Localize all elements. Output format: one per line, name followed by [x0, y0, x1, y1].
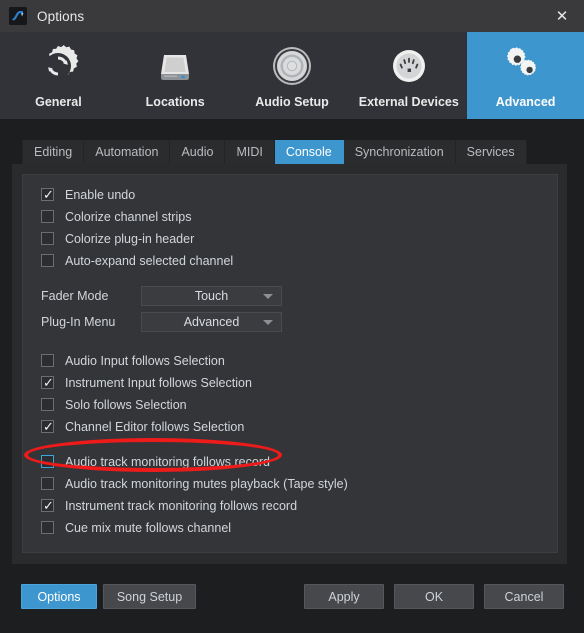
- tab-audio[interactable]: Audio: [170, 140, 226, 164]
- group-separator: [41, 337, 557, 350]
- window-title: Options: [37, 8, 85, 24]
- option-audio-track-monitoring-follows-record[interactable]: Audio track monitoring follows record: [41, 451, 557, 472]
- dropdown-value: Advanced: [183, 315, 240, 329]
- field-fader-mode: Fader Mode Touch: [41, 285, 557, 307]
- speaker-icon: [269, 43, 315, 89]
- checkbox-cue-mix-mute-follows-channel[interactable]: [41, 521, 54, 534]
- option-label: Audio track monitoring mutes playback (T…: [65, 476, 348, 491]
- tab-editing[interactable]: Editing: [22, 140, 85, 164]
- tab-synchronization[interactable]: Synchronization: [343, 140, 456, 164]
- option-audio-input-follows-selection[interactable]: Audio Input follows Selection: [41, 350, 557, 371]
- song-setup-button[interactable]: Song Setup: [103, 584, 196, 609]
- tab-console[interactable]: Console: [274, 140, 344, 164]
- close-icon[interactable]: ✕: [540, 0, 584, 32]
- option-label: Cue mix mute follows channel: [65, 520, 232, 535]
- nav-item-general[interactable]: General: [0, 32, 117, 119]
- console-settings-panel: ✓ Enable undo Colorize channel strips Co…: [22, 174, 558, 553]
- field-label: Plug-In Menu: [41, 315, 116, 329]
- settings-category-nav: General Locations Audio Setup External D…: [0, 32, 584, 119]
- tab-midi[interactable]: MIDI: [225, 140, 275, 164]
- check-icon: ✓: [43, 187, 54, 202]
- advanced-tab-strip: Editing Automation Audio MIDI Console Sy…: [22, 140, 527, 164]
- hard-drive-icon: [152, 43, 198, 89]
- group-separator: [41, 272, 557, 285]
- option-label: Instrument Input follows Selection: [65, 375, 252, 390]
- options-button[interactable]: Options: [21, 584, 97, 609]
- nav-item-locations[interactable]: Locations: [117, 32, 234, 119]
- checkbox-instrument-input-follows-selection[interactable]: ✓: [41, 375, 54, 390]
- option-instrument-track-monitoring-follows-record[interactable]: ✓ Instrument track monitoring follows re…: [41, 495, 557, 516]
- option-label: Colorize channel strips: [65, 209, 192, 224]
- option-enable-undo[interactable]: ✓ Enable undo: [41, 184, 557, 205]
- option-label: Channel Editor follows Selection: [65, 419, 245, 434]
- nav-label: General: [35, 95, 82, 109]
- nav-item-audio-setup[interactable]: Audio Setup: [234, 32, 351, 119]
- midi-port-icon: [386, 43, 432, 89]
- nav-label: Advanced: [495, 95, 556, 109]
- option-instrument-input-follows-selection[interactable]: ✓ Instrument Input follows Selection: [41, 372, 557, 393]
- group-separator: [41, 438, 557, 451]
- tab-services[interactable]: Services: [455, 140, 527, 164]
- option-auto-expand-selected-channel[interactable]: Auto-expand selected channel: [41, 250, 557, 271]
- nav-label: External Devices: [358, 95, 459, 109]
- check-icon: ✓: [43, 375, 54, 390]
- option-label: Enable undo: [65, 187, 136, 202]
- cancel-button[interactable]: Cancel: [484, 584, 564, 609]
- checkbox-colorize-plugin-header[interactable]: [41, 232, 54, 245]
- console-options-list: ✓ Enable undo Colorize channel strips Co…: [23, 175, 557, 539]
- studio-one-logo-icon: [9, 7, 27, 25]
- option-colorize-channel-strips[interactable]: Colorize channel strips: [41, 206, 557, 227]
- dropdown-plugin-menu[interactable]: Advanced: [141, 312, 282, 332]
- check-icon: ✓: [43, 419, 54, 434]
- nav-label: Audio Setup: [255, 95, 329, 109]
- checkbox-audio-input-follows-selection[interactable]: [41, 354, 54, 367]
- check-icon: ✓: [43, 498, 54, 513]
- checkbox-colorize-channel-strips[interactable]: [41, 210, 54, 223]
- checkbox-auto-expand-selected-channel[interactable]: [41, 254, 54, 267]
- nav-item-advanced[interactable]: Advanced: [467, 32, 584, 119]
- tab-automation[interactable]: Automation: [84, 140, 171, 164]
- option-label: Auto-expand selected channel: [65, 253, 234, 268]
- chevron-down-icon: [263, 294, 273, 299]
- field-plugin-menu: Plug-In Menu Advanced: [41, 311, 557, 333]
- apply-button[interactable]: Apply: [304, 584, 384, 609]
- option-label: Colorize plug-in header: [65, 231, 195, 246]
- option-label: Solo follows Selection: [65, 397, 187, 412]
- field-label: Fader Mode: [41, 289, 109, 303]
- option-channel-editor-follows-selection[interactable]: ✓ Channel Editor follows Selection: [41, 416, 557, 437]
- option-label: Instrument track monitoring follows reco…: [65, 498, 298, 513]
- dropdown-fader-mode[interactable]: Touch: [141, 286, 282, 306]
- options-dialog: Options ✕ General Locations Audio Setup …: [0, 0, 584, 633]
- checkbox-solo-follows-selection[interactable]: [41, 398, 54, 411]
- two-gears-icon: [503, 43, 549, 89]
- ok-button[interactable]: OK: [394, 584, 474, 609]
- checkbox-enable-undo[interactable]: ✓: [41, 187, 54, 202]
- option-cue-mix-mute-follows-channel[interactable]: Cue mix mute follows channel: [41, 517, 557, 538]
- nav-label: Locations: [145, 95, 205, 109]
- option-audio-track-monitoring-mutes-playback[interactable]: Audio track monitoring mutes playback (T…: [41, 473, 557, 494]
- option-label: Audio Input follows Selection: [65, 353, 225, 368]
- checkbox-audio-track-monitoring-follows-record[interactable]: [41, 455, 54, 468]
- title-bar: Options ✕: [0, 0, 584, 32]
- checkbox-instrument-track-monitoring-follows-record[interactable]: ✓: [41, 498, 54, 513]
- dropdown-value: Touch: [194, 289, 229, 303]
- checkbox-channel-editor-follows-selection[interactable]: ✓: [41, 419, 54, 434]
- option-solo-follows-selection[interactable]: Solo follows Selection: [41, 394, 557, 415]
- option-colorize-plugin-header[interactable]: Colorize plug-in header: [41, 228, 557, 249]
- dialog-footer: Options Song Setup Apply OK Cancel: [0, 565, 584, 633]
- nav-item-external-devices[interactable]: External Devices: [350, 32, 467, 119]
- option-label: Audio track monitoring follows record: [65, 454, 270, 469]
- checkbox-audio-track-monitoring-mutes-playback[interactable]: [41, 477, 54, 490]
- chevron-down-icon: [263, 320, 273, 325]
- gear-refresh-icon: [35, 43, 81, 89]
